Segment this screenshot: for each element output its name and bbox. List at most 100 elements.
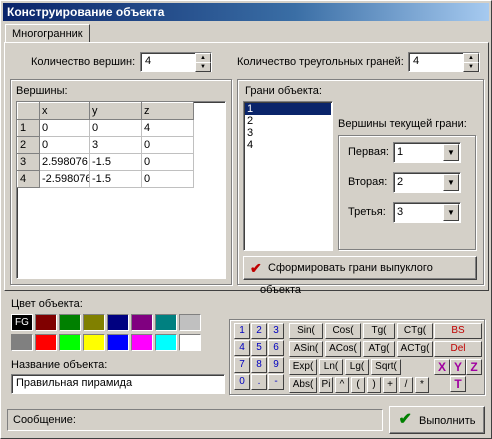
list-item[interactable]: 1: [245, 103, 331, 115]
cell-x[interactable]: -2.598076: [39, 170, 90, 188]
faces-list[interactable]: 1 2 3 4: [243, 101, 333, 251]
function-button[interactable]: ): [367, 377, 381, 393]
backspace-button[interactable]: BS: [434, 323, 482, 339]
digit-button[interactable]: -: [268, 374, 284, 390]
color-swatch[interactable]: [179, 334, 201, 351]
tab-panel: Количество вершин: 4 ▲ ▼ Количество треу…: [4, 42, 489, 296]
color-swatch[interactable]: [107, 334, 129, 351]
first-vertex-select[interactable]: 1 ▼: [393, 142, 461, 163]
digit-button[interactable]: 6: [268, 340, 284, 356]
cell-x[interactable]: 0: [39, 119, 90, 137]
function-button[interactable]: (: [351, 377, 365, 393]
face-count-value[interactable]: 4: [409, 53, 463, 71]
chevron-down-icon[interactable]: ▼: [443, 204, 459, 221]
cell-z[interactable]: 0: [141, 153, 194, 171]
digit-button[interactable]: 4: [234, 340, 250, 356]
color-swatch[interactable]: [59, 314, 81, 331]
table-row[interactable]: 2 0 3 0: [17, 136, 194, 154]
var-z-button[interactable]: Z: [466, 359, 482, 375]
cell-z[interactable]: 4: [141, 119, 194, 137]
function-button[interactable]: +: [383, 377, 397, 393]
delete-button[interactable]: Del: [434, 341, 482, 357]
table-row[interactable]: 1 0 0 4: [17, 119, 194, 137]
color-swatch[interactable]: [83, 334, 105, 351]
second-vertex-select[interactable]: 2 ▼: [393, 172, 461, 193]
digit-button[interactable]: 0: [234, 374, 250, 390]
color-swatch[interactable]: [155, 314, 177, 331]
spin-down-icon[interactable]: ▼: [195, 62, 211, 72]
table-row[interactable]: 3 2.598076 -1.5 0: [17, 153, 194, 171]
cell-y[interactable]: -1.5: [89, 153, 142, 171]
digit-button[interactable]: 9: [268, 357, 284, 373]
cell-y[interactable]: 0: [89, 119, 142, 137]
object-name-input[interactable]: Правильная пирамида: [11, 374, 225, 394]
cell-x[interactable]: 2.598076: [39, 153, 90, 171]
function-button[interactable]: *: [415, 377, 429, 393]
digit-button[interactable]: 2: [251, 323, 267, 339]
vertex-count-stepper[interactable]: 4 ▲ ▼: [140, 52, 212, 72]
third-vertex-select[interactable]: 3 ▼: [393, 202, 461, 223]
vertex-count-value[interactable]: 4: [141, 53, 195, 71]
build-faces-button[interactable]: ✔ Сформировать грани выпуклого объекта: [243, 256, 477, 296]
vertices-label: Вершины:: [16, 85, 68, 97]
list-item[interactable]: 4: [245, 139, 331, 151]
function-button[interactable]: ^: [335, 377, 349, 393]
cell-x[interactable]: 0: [39, 136, 90, 154]
var-t-button[interactable]: T: [450, 376, 466, 392]
face-count-stepper[interactable]: 4 ▲ ▼: [408, 52, 480, 72]
table-row[interactable]: 4 -2.598076 -1.5 0: [17, 170, 194, 188]
function-button[interactable]: Sqrt(: [371, 359, 401, 375]
digit-button[interactable]: 3: [268, 323, 284, 339]
var-x-button[interactable]: X: [434, 359, 450, 375]
color-swatch[interactable]: [83, 314, 105, 331]
spin-down-icon[interactable]: ▼: [463, 62, 479, 72]
function-button[interactable]: Exp(: [289, 359, 317, 375]
var-y-button[interactable]: Y: [450, 359, 466, 375]
function-button[interactable]: ATg(: [363, 341, 395, 357]
color-swatch[interactable]: [35, 334, 57, 351]
cell-z[interactable]: 0: [141, 170, 194, 188]
function-button[interactable]: ACos(: [325, 341, 361, 357]
color-swatch[interactable]: [35, 314, 57, 331]
function-button[interactable]: Cos(: [325, 323, 361, 339]
second-vertex-value[interactable]: 2: [394, 173, 443, 192]
execute-button[interactable]: ✔ Выполнить: [389, 406, 485, 434]
digit-button[interactable]: 7: [234, 357, 250, 373]
cell-y[interactable]: -1.5: [89, 170, 142, 188]
digit-button[interactable]: 5: [251, 340, 267, 356]
function-button[interactable]: ASin(: [289, 341, 323, 357]
function-button[interactable]: Ln(: [319, 359, 343, 375]
function-button[interactable]: Tg(: [363, 323, 395, 339]
chevron-down-icon[interactable]: ▼: [443, 174, 459, 191]
tab-polyhedron[interactable]: Многогранник: [5, 24, 90, 43]
vertices-table[interactable]: x y z 1 0 0 4 2 0 3 0 3 2.598076 -1.5 0 …: [16, 101, 226, 279]
third-vertex-value[interactable]: 3: [394, 203, 443, 222]
function-button[interactable]: Lg(: [345, 359, 369, 375]
digit-button[interactable]: 8: [251, 357, 267, 373]
digit-button[interactable]: 1: [234, 323, 250, 339]
list-item[interactable]: 3: [245, 127, 331, 139]
row-number: 2: [17, 136, 40, 154]
color-swatch[interactable]: [59, 334, 81, 351]
function-button[interactable]: Pi: [319, 377, 333, 393]
color-swatch[interactable]: [131, 334, 153, 351]
function-button[interactable]: Abs(: [289, 377, 317, 393]
color-swatch[interactable]: [131, 314, 153, 331]
first-vertex-value[interactable]: 1: [394, 143, 443, 162]
color-swatch[interactable]: [107, 314, 129, 331]
color-swatch[interactable]: [155, 334, 177, 351]
digit-button[interactable]: .: [251, 374, 267, 390]
function-button[interactable]: CTg(: [397, 323, 433, 339]
list-item[interactable]: 2: [245, 115, 331, 127]
color-swatch[interactable]: [11, 334, 33, 351]
color-swatch-selected[interactable]: FG: [11, 314, 33, 331]
cell-y[interactable]: 3: [89, 136, 142, 154]
color-swatch[interactable]: [179, 314, 201, 331]
vertices-grid[interactable]: x y z 1 0 0 4 2 0 3 0 3 2.598076 -1.5 0 …: [17, 102, 194, 188]
function-button[interactable]: ACTg(: [397, 341, 433, 357]
faces-group: Грани объекта: 1 2 3 4 Вершины текущей г…: [237, 79, 484, 296]
function-button[interactable]: Sin(: [289, 323, 323, 339]
chevron-down-icon[interactable]: ▼: [443, 144, 459, 161]
function-button[interactable]: /: [399, 377, 413, 393]
cell-z[interactable]: 0: [141, 136, 194, 154]
